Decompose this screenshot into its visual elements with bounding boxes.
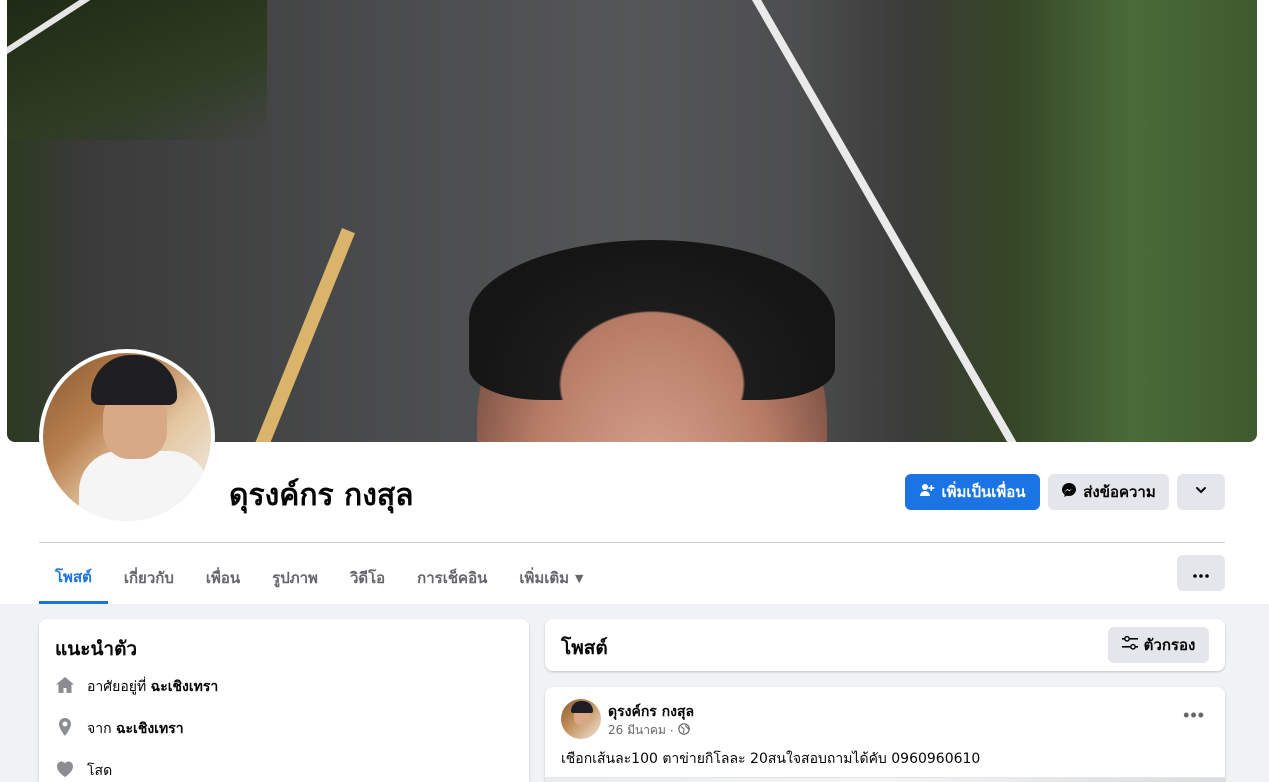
add-friend-icon	[919, 482, 935, 502]
intro-relationship-label: โสด	[87, 763, 113, 779]
add-friend-button[interactable]: เพิ่มเป็นเพื่อน	[905, 474, 1040, 510]
tab-posts[interactable]: โพสต์	[39, 552, 108, 604]
more-horizontal-icon	[1193, 564, 1209, 582]
intro-row-lives-in: อาศัยอยู่ที่ ฉะเชิงเทรา	[55, 675, 218, 699]
tab-label: เพื่อน	[205, 569, 241, 587]
tab-friends[interactable]: เพื่อน	[190, 552, 256, 604]
tab-label: การเช็คอิน	[417, 569, 488, 587]
meta-separator: ·	[669, 723, 674, 738]
post-text: เชือกเส้นละ100 ตาข่ายกิโลละ 20สนใจสอบถาม…	[561, 751, 981, 767]
tabs-more-button[interactable]	[1177, 555, 1225, 591]
post-options-icon[interactable]: •••	[1183, 705, 1205, 726]
intro-from-value[interactable]: ฉะเชิงเทรา	[116, 721, 184, 737]
intro-from-prefix: จาก	[87, 721, 112, 737]
add-friend-label: เพิ่มเป็นเพื่อน	[941, 483, 1026, 501]
profile-avatar-ring[interactable]	[39, 349, 215, 525]
tab-label: เพิ่มเติม	[519, 569, 570, 587]
chevron-down-icon	[1194, 483, 1208, 501]
tab-photos[interactable]: รูปภาพ	[256, 552, 334, 604]
posts-title: โพสต์	[561, 637, 608, 659]
intro-card: แนะนำตัว อาศัยอยู่ที่ ฉะเชิงเทรา จาก ฉะเ…	[39, 619, 529, 782]
tab-label: วิดีโอ	[349, 569, 386, 587]
avatar-cap	[91, 355, 177, 405]
profile-avatar[interactable]	[43, 353, 211, 521]
filter-button[interactable]: ตัวกรอง	[1108, 627, 1209, 663]
avatar-shirt	[79, 451, 209, 521]
send-message-button[interactable]: ส่งข้อความ	[1048, 474, 1169, 510]
globe-icon[interactable]	[677, 723, 690, 738]
intro-row-relationship: โสด	[55, 759, 112, 782]
cover-photo[interactable]	[7, 0, 1257, 442]
cover-hair	[469, 240, 835, 400]
profile-options-dropdown[interactable]	[1177, 474, 1225, 510]
location-pin-icon	[55, 717, 75, 741]
profile-tabs: โพสต์ เกี่ยวกับ เพื่อน รูปภาพ วิดีโอ การ…	[39, 552, 599, 604]
post-card: ดุรงค์กร กงสุล 26 มีนาคม · ••• เชือกเส้น…	[545, 687, 1225, 782]
post-author-name[interactable]: ดุรงค์กร กงสุล	[608, 701, 694, 723]
post-meta: 26 มีนาคม ·	[608, 721, 690, 740]
tab-label: โพสต์	[55, 567, 92, 586]
heart-icon	[55, 759, 75, 782]
header-divider	[39, 542, 1225, 543]
home-icon	[55, 675, 75, 699]
tab-more[interactable]: เพิ่มเติม ▼	[503, 552, 599, 604]
messenger-icon	[1061, 482, 1077, 502]
tab-label: รูปภาพ	[272, 569, 318, 587]
intro-row-from: จาก ฉะเชิงเทรา	[55, 717, 184, 741]
send-message-label: ส่งข้อความ	[1083, 483, 1156, 501]
tab-about[interactable]: เกี่ยวกับ	[108, 552, 190, 604]
post-author-avatar[interactable]	[561, 699, 601, 739]
caret-down-icon: ▼	[575, 571, 584, 585]
filter-label: ตัวกรอง	[1143, 636, 1196, 654]
filter-sliders-icon	[1121, 635, 1138, 654]
profile-name: ดุรงค์กร กงสุล	[229, 478, 414, 513]
posts-header-card: โพสต์ ตัวกรอง	[545, 619, 1225, 671]
intro-lives-value[interactable]: ฉะเชิงเทรา	[151, 679, 219, 695]
intro-lives-prefix: อาศัยอยู่ที่	[87, 679, 147, 695]
post-avatar-cap	[571, 701, 593, 713]
tab-checkins[interactable]: การเช็คอิน	[401, 552, 503, 604]
profile-header: ดุรงค์กร กงสุล เพิ่มเป็นเพื่อน ส่งข้อควา…	[0, 0, 1269, 604]
tab-label: เกี่ยวกับ	[123, 569, 174, 587]
tab-videos[interactable]: วิดีโอ	[334, 552, 401, 604]
post-date[interactable]: 26 มีนาคม	[608, 721, 666, 740]
post-image[interactable]	[545, 777, 1225, 782]
cover-road-center-line	[252, 228, 355, 442]
intro-title: แนะนำตัว	[55, 638, 138, 660]
